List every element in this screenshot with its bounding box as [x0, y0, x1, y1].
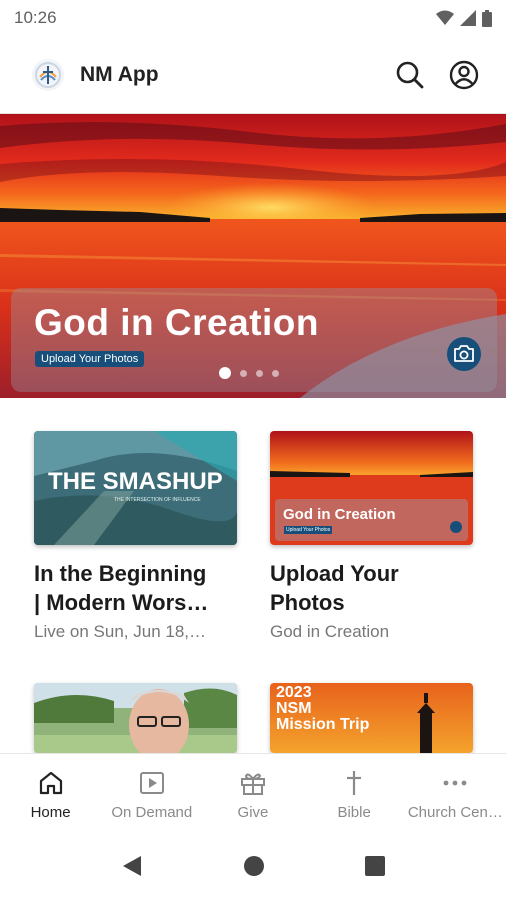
gift-icon: [240, 773, 265, 795]
carousel-dot-active[interactable]: [219, 367, 231, 379]
signal-icon: [460, 10, 476, 26]
card-thumbnail: [34, 683, 237, 753]
card-thumb-line: Mission Trip: [276, 716, 370, 733]
account-icon: [449, 60, 479, 89]
hero-title: God in Creation: [34, 302, 319, 343]
card-thumb-camera-icon: [450, 521, 462, 533]
status-icons: [436, 9, 492, 27]
battery-icon: [482, 9, 492, 27]
app-bar: NM App: [0, 36, 506, 114]
carousel-dot[interactable]: [272, 369, 279, 377]
card-thumbnail: 2023 NSM Mission Trip: [270, 683, 473, 753]
card-thumb-line: 2023: [276, 684, 312, 701]
card-in-the-beginning[interactable]: THE SMASHUP THE INTERSECTION OF INFLUENC…: [34, 431, 237, 642]
nav-label-home: Home: [30, 804, 71, 821]
search-icon: [396, 61, 424, 88]
nav-item-give[interactable]: Give: [202, 754, 303, 831]
search-button[interactable]: [386, 51, 434, 99]
nav-item-on-demand[interactable]: On Demand: [101, 754, 202, 831]
card-thumb-heading: 2023 NSM Mission Trip: [276, 685, 369, 733]
home-icon: [39, 771, 62, 795]
card-thumb-line: NSM: [276, 700, 312, 717]
back-icon[interactable]: [121, 854, 143, 878]
card-title-line: | Modern Wors…: [34, 590, 209, 615]
card-upload-your-photos[interactable]: God in Creation Upload Your Photos Uploa…: [270, 431, 473, 642]
recents-icon[interactable]: [365, 855, 385, 876]
camera-icon: [454, 345, 474, 362]
card-title: In the Beginning | Modern Wors…: [34, 559, 237, 617]
carousel-dot[interactable]: [240, 369, 247, 377]
nav-item-bible[interactable]: Bible: [304, 754, 405, 831]
app-title: NM App: [80, 62, 159, 86]
cross-icon: [347, 771, 362, 795]
bottom-navigation: Home On Demand Give Bible Church Cen…: [0, 753, 506, 831]
nav-label-on-demand: On Demand: [111, 804, 193, 821]
card-mission-trip[interactable]: 2023 NSM Mission Trip: [270, 683, 473, 753]
system-navigation-bar: [0, 831, 506, 900]
card-title-line: Photos: [270, 590, 345, 615]
nav-label-bible: Bible: [337, 804, 371, 821]
hero-camera-button[interactable]: [447, 337, 481, 371]
status-time: 10:26: [14, 8, 57, 27]
card-thumb-heading: God in Creation: [283, 506, 396, 523]
carousel-indicator: [219, 367, 279, 379]
hero-tag: Upload Your Photos: [35, 351, 145, 367]
nav-item-church-center[interactable]: Church Cen…: [405, 754, 506, 831]
card-thumb-subheading: THE INTERSECTION OF INFLUENCE: [114, 497, 201, 503]
more-icon: [443, 780, 467, 786]
wifi-icon: [436, 10, 454, 25]
nav-item-home[interactable]: Home: [0, 754, 101, 831]
card-title: Upload Your Photos: [270, 559, 473, 617]
card-pastor-video[interactable]: [34, 683, 237, 753]
card-title-line: In the Beginning: [34, 561, 207, 586]
play-icon: [139, 772, 164, 794]
nav-label-give: Give: [237, 804, 269, 821]
card-thumbnail: THE SMASHUP THE INTERSECTION OF INFLUENC…: [34, 431, 237, 545]
status-bar: 10:26: [0, 0, 506, 36]
account-button[interactable]: [440, 51, 488, 99]
card-subtitle: Live on Sun, Jun 18,…: [34, 622, 207, 641]
carousel-dot[interactable]: [256, 369, 263, 377]
home-circle-icon[interactable]: [243, 855, 265, 877]
nav-label-church-center: Church Cen…: [407, 804, 503, 821]
card-title-line: Upload Your: [270, 561, 399, 586]
app-logo-icon: [32, 58, 64, 91]
card-subtitle: God in Creation: [270, 622, 390, 641]
card-thumb-tag: Upload Your Photos: [284, 526, 333, 534]
hero-carousel[interactable]: God in Creation Upload Your Photos: [0, 114, 506, 398]
card-thumbnail: God in Creation Upload Your Photos: [270, 431, 473, 545]
card-thumb-heading: THE SMASHUP: [48, 468, 223, 495]
